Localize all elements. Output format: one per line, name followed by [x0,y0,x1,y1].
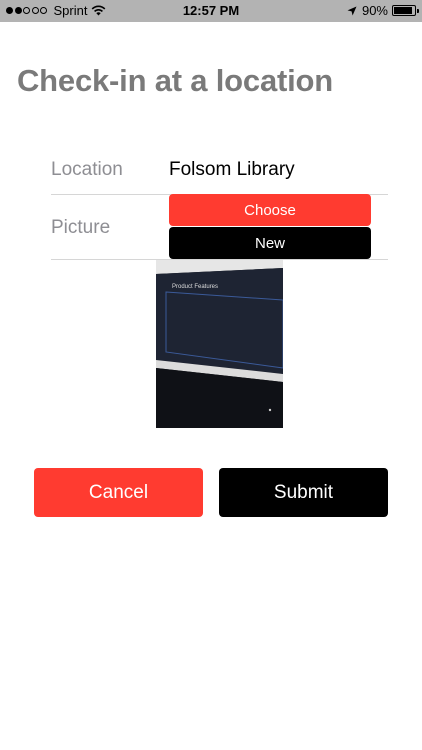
battery-percentage: 90% [361,3,388,18]
preview-caption: Product Features [172,284,218,290]
battery-fill [394,7,412,14]
location-label: Location [51,159,123,180]
picture-preview: Product Features [156,260,283,428]
status-bar: Sprint 12:57 PM 90% [0,0,422,22]
battery-icon [392,5,419,16]
submit-button[interactable]: Submit [219,468,388,517]
page-title: Check-in at a location [17,63,333,98]
picture-preview-image: Product Features [156,260,283,428]
location-arrow-icon [347,6,357,15]
status-right: 90% [347,3,419,18]
new-picture-button[interactable]: New [169,227,371,259]
location-value[interactable]: Folsom Library [169,159,295,181]
picture-label: Picture [51,217,111,238]
choose-picture-button[interactable]: Choose [169,194,371,226]
cancel-button[interactable]: Cancel [34,468,203,517]
